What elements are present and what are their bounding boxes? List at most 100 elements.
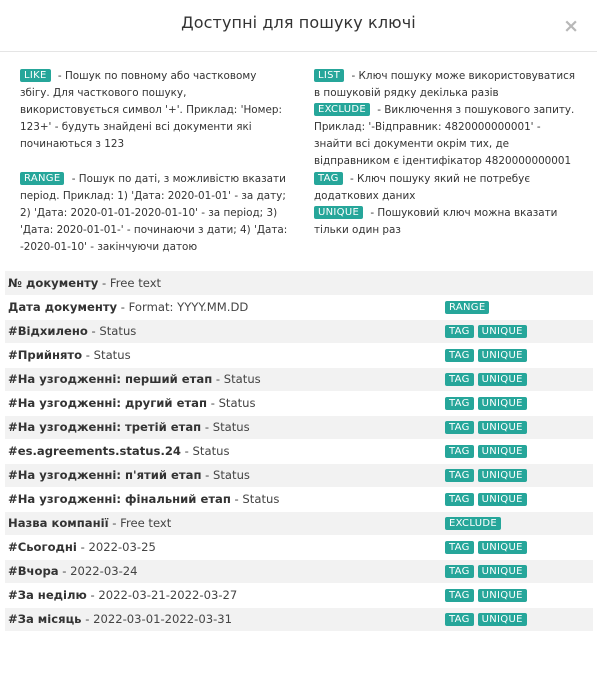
table-row: Дата документу - Format: YYYY.MM.DD RANGE (5, 295, 593, 320)
badge-tag: TAG (445, 325, 474, 338)
badge-range: RANGE (445, 301, 490, 314)
badge-tag: TAG (445, 493, 474, 506)
badge-unique: UNIQUE (477, 565, 527, 578)
legend-list-text: - Ключ пошуку може використовуватися в п… (314, 70, 576, 99)
badge-unique: UNIQUE (477, 349, 527, 362)
key-description: - Status (82, 348, 131, 362)
badge-unique: UNIQUE (477, 397, 527, 410)
key-name: #Сьогодні (8, 540, 77, 554)
key-badges-cell: TAG UNIQUE (442, 463, 593, 488)
key-name: #es.agreements.status.24 (8, 444, 181, 458)
key-cell: #На узгодженні: другий етап - Status (5, 391, 442, 416)
badge-unique: UNIQUE (477, 541, 527, 554)
table-row: #Вчора - 2022-03-24 TAG UNIQUE (5, 559, 593, 584)
key-description: - Status (230, 492, 280, 506)
key-badges-cell: EXCLUDE (442, 511, 593, 536)
key-badges-cell: TAG UNIQUE (442, 535, 593, 560)
key-cell: #На узгодженні: третій етап - Status (5, 415, 442, 440)
key-name: #Вчора (8, 564, 59, 578)
search-keys-table: № документу - Free text Дата документу - … (5, 271, 593, 632)
table-row: #На узгодженні: другий етап - Status TAG U… (5, 391, 593, 416)
key-description: - Format: YYYY.MM.DD (117, 300, 249, 314)
table-row: #Відхилено - Status TAG UNIQUE (5, 319, 593, 344)
badge-tag: TAG (445, 349, 474, 362)
table-row: #Прийнято - Status TAG UNIQUE (5, 343, 593, 368)
key-description: - Status (201, 420, 250, 434)
table-row: #На узгодженні: п'ятий етап - Status TAG U… (5, 463, 593, 488)
key-cell: #Відхилено - Status (5, 319, 442, 344)
badge-list: LIST (314, 69, 345, 82)
key-name: #На узгодженні: перший етап (8, 372, 213, 386)
table-row: #Сьогодні - 2022-03-25 TAG UNIQUE (5, 535, 593, 560)
badge-tag: TAG (445, 445, 474, 458)
modal-header: Доступні для пошуку ключі × (0, 0, 597, 52)
badge-unique: UNIQUE (477, 445, 527, 458)
key-name: #На узгодженні: другий етап (8, 396, 208, 410)
key-cell: #На узгодженні: фінальний етап - Status (5, 487, 442, 512)
badge-unique: UNIQUE (477, 613, 527, 626)
close-icon[interactable]: × (563, 17, 579, 36)
key-badges-cell: TAG UNIQUE (442, 487, 593, 512)
badge-unique: UNIQUE (477, 469, 527, 482)
legend-tag-text: - Ключ пошуку який не потребує додаткови… (314, 173, 531, 202)
key-cell: #Сьогодні - 2022-03-25 (5, 535, 442, 560)
table-row: № документу - Free text (5, 271, 593, 296)
badge-unique: UNIQUE (477, 325, 527, 338)
legend-range: RANGE - Пошук по даті, з можливістю вказ… (20, 171, 288, 256)
badge-tag: TAG (445, 373, 474, 386)
legend-range-text: - Пошук по даті, з можливістю вказати пе… (20, 173, 288, 253)
table-row: #За місяць - 2022-03-01-2022-03-31 TAG UNI… (5, 607, 593, 632)
key-name: #За неділю (8, 588, 87, 602)
badge-tag: TAG (445, 613, 474, 626)
key-description: - Free text (98, 275, 162, 290)
key-description: - 2022-03-24 (58, 564, 138, 578)
key-description: - Status (87, 324, 137, 338)
key-cell: #За місяць - 2022-03-01-2022-03-31 (5, 607, 442, 632)
badge-tag: TAG (445, 397, 474, 410)
key-badges-cell: TAG UNIQUE (442, 583, 593, 608)
key-badges-cell (442, 271, 593, 296)
key-description: - Free text (108, 516, 172, 530)
badge-tag: TAG (314, 172, 343, 185)
key-badges-cell: TAG UNIQUE (442, 439, 593, 464)
key-badges-cell: RANGE (442, 295, 593, 320)
legend-like: LIKE - Пошук по повному або частковому з… (20, 68, 288, 153)
key-badges-cell: TAG UNIQUE (442, 343, 593, 368)
badge-tag: TAG (445, 421, 474, 434)
table-row: #На узгодженні: фінальний етап - Status T… (5, 487, 593, 512)
key-badges-cell: TAG UNIQUE (442, 559, 593, 584)
badge-tag: TAG (445, 565, 474, 578)
key-description: - Status (201, 468, 250, 482)
key-description: - Status (181, 444, 230, 458)
table-row: #На узгодженні: третій етап - Status TAG U… (5, 415, 593, 440)
table-row: #За неділю - 2022-03-21-2022-03-27 TAG UNI… (5, 583, 593, 608)
key-description: - Status (207, 396, 256, 410)
key-name: № документу (8, 275, 99, 290)
key-name: #За місяць (8, 612, 82, 626)
key-cell: #Вчора - 2022-03-24 (5, 559, 442, 584)
key-badges-cell: TAG UNIQUE (442, 415, 593, 440)
key-name: Назва компанії (8, 516, 109, 530)
legend-list: LIST - Ключ пошуку може використовуватис… (314, 68, 582, 102)
key-badges-cell: TAG UNIQUE (442, 367, 593, 392)
key-description: - 2022-03-25 (76, 540, 156, 554)
key-description: - 2022-03-01-2022-03-31 (81, 612, 233, 626)
key-name: #На узгодженні: фінальний етап (8, 492, 231, 506)
badge-unique: UNIQUE (477, 373, 527, 386)
table-row: Назва компанії - Free text EXCLUDE (5, 511, 593, 536)
legend-tag: TAG - Ключ пошуку який не потребує додат… (314, 171, 582, 205)
key-name: #Відхилено (8, 324, 88, 338)
key-name: #На узгодженні: п'ятий етап (8, 468, 202, 482)
legend-unique: UNIQUE - Пошуковий ключ можна вказати ті… (314, 205, 582, 239)
key-cell: #Прийнято - Status (5, 343, 442, 368)
legend-exclude: EXCLUDE - Виключення з пошукового запиту… (314, 102, 582, 170)
legend-like-text: - Пошук по повному або частковому збігу.… (20, 70, 282, 150)
key-name: #Прийнято (8, 348, 83, 362)
badge-unique: UNIQUE (477, 421, 527, 434)
badge-unique: UNIQUE (477, 493, 527, 506)
search-keys-body: № документу - Free text Дата документу - … (5, 271, 593, 632)
key-name: #На узгодженні: третій етап (8, 420, 202, 434)
key-cell: Дата документу - Format: YYYY.MM.DD (5, 295, 442, 320)
key-name: Дата документу (8, 300, 118, 314)
badge-tag: TAG (445, 589, 474, 602)
